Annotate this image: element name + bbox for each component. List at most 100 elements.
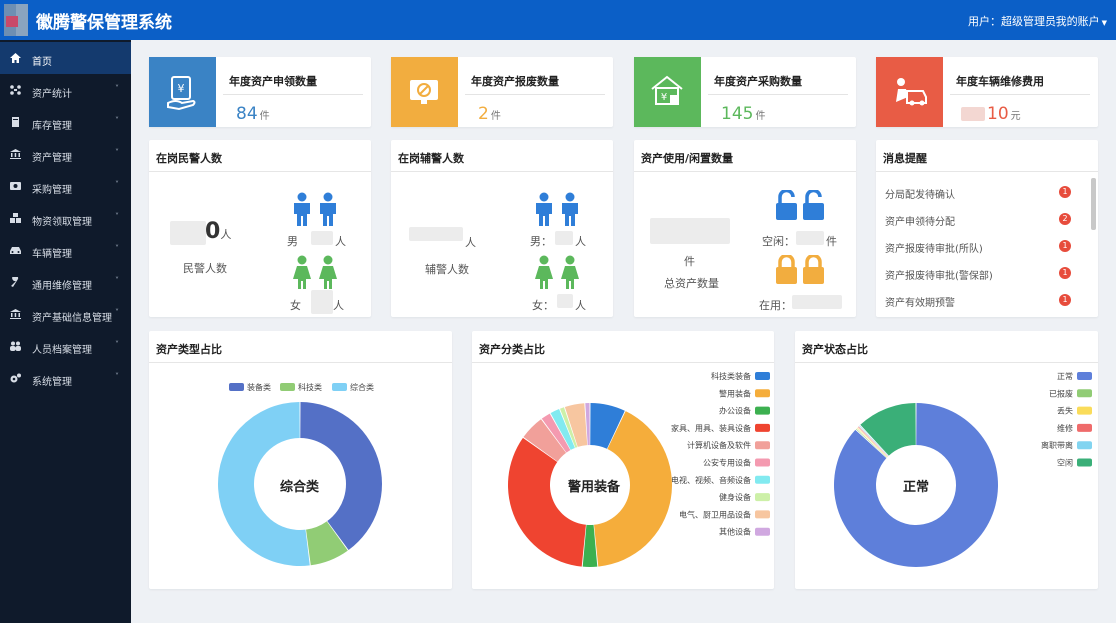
sidebar-item-personnel[interactable]: 人员档案管理 ˅	[0, 330, 131, 362]
legend-label[interactable]: 维修	[1057, 423, 1073, 433]
legend-swatch[interactable]	[755, 493, 770, 502]
message-count-badge: 1	[1059, 186, 1071, 198]
message-text: 资产申领待分配	[885, 217, 955, 228]
message-item[interactable]: 资产报废待审批(所队) 1	[885, 240, 1085, 255]
bank-icon	[10, 149, 21, 159]
sidebar-item-vehicle[interactable]: 车辆管理 ˅	[0, 234, 131, 266]
legend-label[interactable]: 空闲	[1057, 458, 1073, 468]
message-item[interactable]: 资产申领待分配 2	[885, 213, 1085, 228]
legend-label[interactable]: 其他设备	[719, 527, 751, 537]
panel-divider	[876, 171, 1098, 172]
cubes-icon	[10, 213, 21, 223]
sidebar-item-material-claim[interactable]: 物资领取管理 ˅	[0, 202, 131, 234]
sidebar-item-general-repair[interactable]: 通用维修管理 ˅	[0, 266, 131, 298]
panel-title: 消息提醒	[883, 152, 927, 165]
legend-label[interactable]: 健身设备	[719, 492, 751, 502]
legend-label[interactable]: 计算机设备及软件	[687, 440, 751, 450]
legend-label[interactable]: 办公设备	[719, 406, 751, 416]
legend-label[interactable]: 科技类	[298, 382, 322, 392]
legend-label[interactable]: 警用装备	[719, 388, 751, 398]
stat-icon-box: ¥	[149, 57, 216, 127]
car-icon	[10, 247, 21, 254]
stat-card-asset-claim: ¥ 年度资产申领数量 84 件	[149, 57, 371, 127]
legend-swatch[interactable]	[755, 389, 770, 398]
account-menu-button[interactable]: 我的账户 ▼	[1056, 13, 1107, 29]
legend-swatch[interactable]	[1077, 458, 1092, 467]
legend-label[interactable]: 电气、厨卫用品设备	[679, 509, 751, 519]
sidebar-item-home[interactable]: 首页	[0, 42, 131, 74]
legend-swatch[interactable]	[332, 383, 347, 391]
legend-swatch[interactable]	[1077, 423, 1092, 432]
legend-swatch[interactable]	[755, 475, 770, 484]
auxiliary-label: 辅警人数	[425, 263, 469, 276]
money-icon	[10, 182, 21, 190]
legend-swatch[interactable]	[755, 423, 770, 432]
users-icon	[10, 341, 21, 351]
legend-label[interactable]: 已报废	[1049, 388, 1073, 398]
panel-divider	[149, 171, 371, 172]
legend-swatch[interactable]	[1077, 406, 1092, 415]
app-logo-icon	[4, 4, 28, 36]
panel-divider	[634, 171, 856, 172]
stat-title: 年度车辆维修费用	[956, 75, 1044, 88]
sidebar-item-label: 库存管理	[32, 121, 72, 132]
female-person-icon	[293, 255, 337, 289]
male-person-icon	[294, 192, 336, 226]
sidebar-item-purchase[interactable]: 采购管理 ˅	[0, 170, 131, 202]
female-person-icon	[535, 255, 579, 289]
legend-swatch[interactable]	[280, 383, 295, 391]
pie-slice-4[interactable]	[508, 437, 586, 567]
sidebar-item-asset-basic-info[interactable]: 资产基础信息管理 ˅	[0, 298, 131, 330]
legend-label[interactable]: 科技类装备	[711, 371, 751, 381]
asset-claim-icon: ¥	[167, 76, 196, 111]
legend-swatch[interactable]	[1077, 389, 1092, 398]
legend-label[interactable]: 综合类	[350, 382, 374, 392]
legend-swatch[interactable]	[1077, 441, 1092, 450]
male-person-icon	[536, 192, 578, 226]
legend-swatch[interactable]	[755, 458, 770, 467]
legend-label[interactable]: 正常	[1057, 372, 1073, 381]
app-title: 徽腾警保管理系统	[36, 13, 172, 33]
sidebar-item-inventory[interactable]: 库存管理 ˅	[0, 106, 131, 138]
panel-title: 在岗辅警人数	[398, 152, 464, 165]
unit: 件	[826, 235, 837, 248]
message-text: 资产报废待审批(警保部)	[885, 271, 993, 282]
legend-swatch[interactable]	[755, 510, 770, 519]
legend-swatch[interactable]	[229, 383, 244, 391]
legend-label[interactable]: 丢失	[1057, 406, 1073, 416]
sidebar-item-asset-management[interactable]: 资产管理 ˅	[0, 138, 131, 170]
chart-card-asset-category: 资产分类占比 科技类装备 警用装备 办公设备 家具、用具、装具设备 计算机设备及软件 公安…	[472, 331, 774, 589]
legend-label[interactable]: 公安专用设备	[703, 458, 751, 468]
message-item[interactable]: 分局配发待确认 1	[885, 186, 1085, 201]
legend-swatch[interactable]	[1077, 372, 1092, 380]
asset-purchase-icon: ¥	[651, 75, 683, 105]
sidebar-item-asset-stats[interactable]: 资产统计 ˅	[0, 74, 131, 106]
stat-card-asset-scrap: 年度资产报废数量 2件	[391, 57, 613, 127]
redacted-value	[555, 231, 573, 245]
chevron-down-icon: ˅	[115, 180, 119, 189]
legend-swatch[interactable]	[755, 372, 770, 380]
panel-title: 在岗民警人数	[156, 152, 222, 165]
legend-label[interactable]: 家具、用具、装具设备	[671, 423, 751, 433]
stat-value: 2件	[478, 104, 501, 124]
redacted-value	[170, 221, 206, 245]
redacted-value	[311, 231, 333, 245]
scrollbar[interactable]	[1091, 178, 1096, 230]
stat-icon-box	[876, 57, 943, 127]
stat-icon-box: ¥	[634, 57, 701, 127]
auxiliary-count-panel: 在岗辅警人数 人 辅警人数 男： 人 女： 人	[391, 140, 613, 317]
redacted-value	[557, 294, 573, 308]
message-item[interactable]: 资产报废待审批(警保部) 1	[885, 267, 1085, 282]
chart-card-asset-type: 资产类型占比 装备类 科技类 综合类 综合类	[149, 331, 452, 589]
legend-swatch[interactable]	[755, 406, 770, 415]
legend-label[interactable]: 电视、视频、音频设备	[671, 475, 751, 485]
legend-swatch[interactable]	[755, 441, 770, 450]
unit: 人	[465, 236, 476, 249]
legend-label[interactable]: 装备类	[247, 382, 271, 392]
police-total: 0人	[205, 219, 231, 244]
legend-label[interactable]: 离职带离	[1041, 440, 1073, 450]
asset-type-pie-chart: 装备类 科技类 综合类	[217, 382, 382, 566]
legend-swatch[interactable]	[755, 527, 770, 536]
sidebar-item-system[interactable]: 系统管理 ˅	[0, 362, 131, 394]
message-item[interactable]: 资产有效期预警 1	[885, 294, 1085, 309]
